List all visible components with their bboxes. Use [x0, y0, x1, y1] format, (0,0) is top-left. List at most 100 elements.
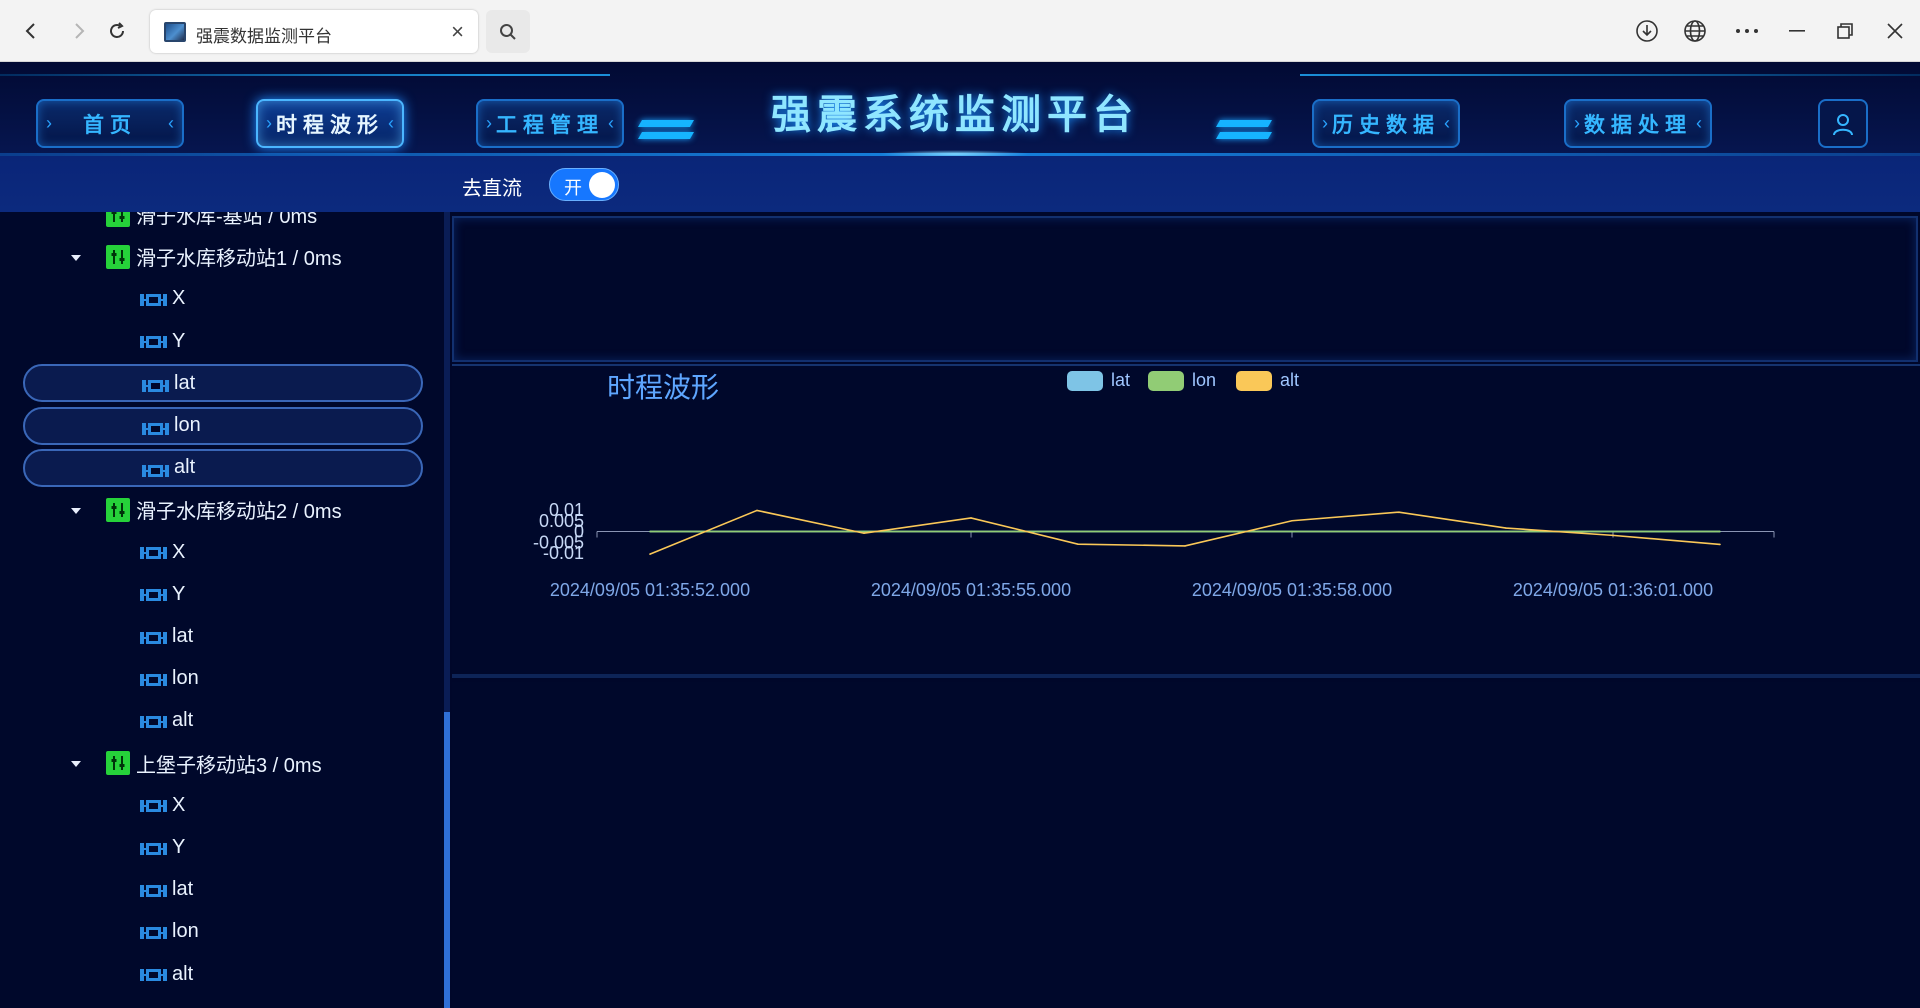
nav-label: 首页	[83, 113, 137, 137]
user-icon[interactable]	[1818, 99, 1868, 148]
channel-icon	[142, 462, 169, 478]
channel-label: alt	[174, 456, 196, 479]
toggle-knob	[589, 172, 615, 198]
channel-icon	[140, 966, 167, 982]
sidebar-scrollbar-thumb[interactable]	[444, 712, 450, 1008]
app-header: 强震系统监测平台 › 首页 ‹ › 时程波形 ‹ › 工程管理 ‹ › 历史数据…	[0, 62, 1920, 156]
nav-waveform[interactable]: › 时程波形 ‹	[256, 99, 404, 148]
browser-tab[interactable]: 强震数据监测平台 ×	[150, 10, 478, 53]
caret-down-icon[interactable]	[70, 504, 82, 516]
tree-channel-y[interactable]: Y	[0, 575, 444, 613]
channel-label: alt	[172, 962, 194, 985]
dc-removal-toggle[interactable]: 开	[549, 168, 619, 201]
tree-station[interactable]: 滑子水库移动站1 / 0ms	[0, 238, 444, 276]
data-point-alt	[756, 509, 758, 512]
channel-label: Y	[172, 329, 186, 352]
data-point-lon	[970, 530, 972, 533]
chevron-right-icon: ›	[266, 113, 272, 133]
channel-label: lat	[172, 878, 194, 901]
chevron-right-icon: ›	[1322, 113, 1328, 133]
chevron-left-icon: ‹	[1444, 113, 1450, 133]
tree-channel-lat[interactable]: lat	[0, 618, 444, 656]
data-point-lon	[1719, 530, 1721, 533]
channel-icon	[140, 544, 167, 560]
channel-icon	[140, 291, 167, 307]
data-point-lon	[1505, 530, 1507, 533]
station-icon	[106, 497, 130, 522]
caret-down-icon[interactable]	[70, 757, 82, 769]
minimize-icon[interactable]	[1780, 14, 1814, 48]
tree-channel-lon[interactable]: lon	[23, 406, 423, 445]
tree-channel-x[interactable]: X	[0, 280, 444, 318]
data-point-lon	[756, 530, 758, 533]
chevron-left-icon: ‹	[608, 113, 614, 133]
data-point-alt	[649, 553, 651, 555]
x-tick-label: 2024/09/05 01:36:01.000	[1513, 580, 1713, 600]
data-point-alt	[970, 517, 972, 519]
restore-icon[interactable]	[1828, 14, 1862, 48]
tree-station[interactable]: 上堡子移动站3 / 0ms	[0, 744, 444, 782]
station-icon	[106, 212, 130, 227]
tree-channel-lon[interactable]: lon	[0, 660, 444, 698]
window-close-icon[interactable]	[1878, 14, 1912, 48]
channel-icon	[142, 420, 169, 436]
data-point-alt	[1719, 543, 1721, 546]
data-point-lon	[1291, 530, 1293, 533]
channel-label: X	[172, 287, 186, 310]
search-icon[interactable]	[486, 10, 530, 53]
nav-home[interactable]: › 首页 ‹	[36, 99, 184, 148]
data-point-lon	[1077, 530, 1079, 533]
tree-channel-x[interactable]: X	[0, 533, 444, 571]
favicon-icon	[164, 22, 186, 42]
chevron-left-icon: ‹	[168, 113, 174, 133]
dc-removal-label: 去直流	[462, 178, 522, 200]
waveform-panel-bottom	[452, 682, 1920, 1008]
channel-label: Y	[172, 836, 186, 858]
tree-channel-y[interactable]: Y	[0, 829, 444, 867]
channel-label: X	[172, 540, 186, 563]
back-icon[interactable]	[14, 14, 48, 48]
channel-label: Y	[172, 582, 186, 605]
forward-icon[interactable]	[62, 14, 96, 48]
channel-icon	[140, 882, 167, 898]
tree-station[interactable]: 滑子水库-基站 / 0ms	[0, 212, 444, 234]
nav-project-management[interactable]: › 工程管理 ‹	[476, 99, 624, 148]
channel-label: lat	[172, 625, 194, 647]
tree-channel-lat[interactable]: lat	[0, 871, 444, 909]
nav-label: 历史数据	[1332, 113, 1440, 137]
y-tick-label: -0.01	[543, 543, 584, 563]
header-deco-line	[0, 74, 610, 76]
data-point-lon	[1398, 530, 1400, 533]
channel-label: lon	[172, 667, 199, 690]
tree-station[interactable]: 滑子水库移动站2 / 0ms	[0, 491, 444, 529]
tree-channel-x[interactable]: X	[0, 786, 444, 824]
close-icon[interactable]: ×	[451, 19, 464, 45]
refresh-icon[interactable]	[100, 14, 134, 48]
tree-channel-alt[interactable]: alt	[23, 448, 423, 487]
data-point-alt	[1612, 534, 1614, 537]
channel-label: alt	[172, 709, 194, 732]
globe-icon[interactable]	[1678, 14, 1712, 48]
tree-channel-y[interactable]: Y	[0, 322, 444, 360]
channel-icon	[142, 377, 169, 393]
channel-label: lon	[174, 414, 201, 436]
header-deco-line	[1300, 74, 1920, 76]
data-point-alt	[1184, 545, 1186, 547]
tree-channel-alt[interactable]: alt	[0, 955, 444, 993]
tree-channel-lat[interactable]: lat	[23, 364, 423, 403]
toggle-text: 开	[564, 178, 582, 198]
app-title: 强震系统监测平台	[771, 93, 1139, 137]
caret-down-icon[interactable]	[70, 251, 82, 263]
nav-history-data[interactable]: › 历史数据 ‹	[1312, 99, 1460, 148]
nav-label: 工程管理	[496, 113, 604, 137]
channel-icon	[140, 586, 167, 602]
tree-channel-lon[interactable]: lon	[0, 913, 444, 951]
more-icon[interactable]	[1730, 14, 1764, 48]
tree-channel-alt[interactable]: alt	[0, 702, 444, 740]
nav-data-processing[interactable]: › 数据处理 ‹	[1564, 99, 1712, 148]
station-tree: 滑子水库-基站 / 0ms 滑子水库移动站1 / 0ms X Ylat lon alt 滑子…	[0, 212, 444, 1008]
download-icon[interactable]	[1630, 14, 1664, 48]
station-label: 滑子水库-基站 / 0ms	[136, 212, 318, 228]
x-tick-label: 2024/09/05 01:35:58.000	[1192, 580, 1392, 600]
chevron-right-icon: ›	[486, 113, 492, 133]
